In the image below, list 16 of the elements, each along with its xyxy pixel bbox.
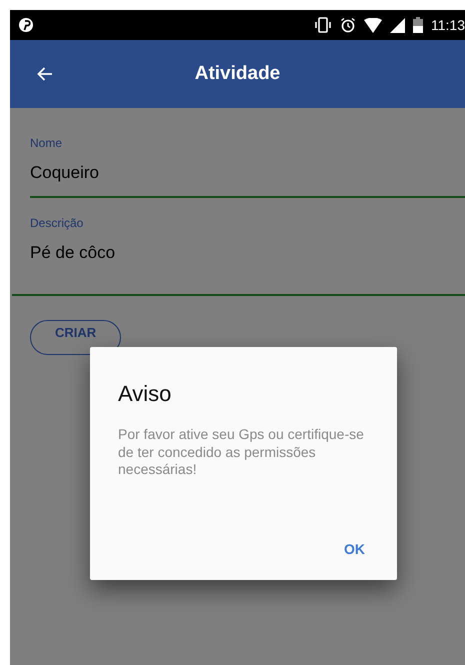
dialog-title: Aviso — [118, 380, 172, 408]
vibrate-icon — [314, 17, 332, 33]
field-label: Descrição — [30, 214, 84, 232]
notification-icon — [18, 17, 34, 33]
wifi-icon — [364, 18, 382, 32]
signal-icon — [390, 18, 405, 32]
back-arrow-icon[interactable] — [37, 67, 53, 81]
name-field[interactable]: Coqueiro — [30, 152, 465, 198]
screen-title: Atividade — [194, 62, 280, 84]
alarm-icon — [340, 17, 356, 33]
field-label: Nome — [30, 135, 64, 152]
dialog-message: Por favor ative seu Gps ou certifique-se de ter concedido as permissões necessárias! — [118, 426, 365, 478]
clock-time: 11:13 — [431, 16, 465, 34]
battery-icon — [413, 17, 423, 33]
ok-button[interactable]: OK — [336, 533, 373, 566]
description-field[interactable]: Pé de côco — [12, 232, 465, 296]
